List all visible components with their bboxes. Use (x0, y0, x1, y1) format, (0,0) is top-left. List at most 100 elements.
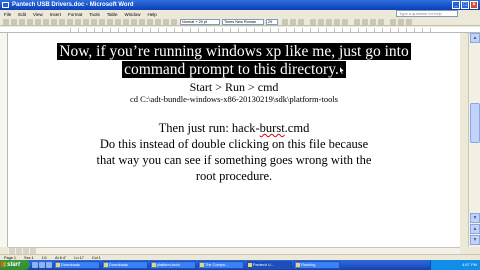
task-downloads-1[interactable]: Downloads (54, 261, 100, 269)
justify-icon[interactable] (334, 19, 340, 25)
windows-logo-icon (1, 262, 6, 267)
format-painter-icon[interactable] (123, 19, 129, 25)
new-icon[interactable] (3, 19, 9, 25)
formatting-toolbar: Normal + 29 pt Times New Roman 29 (0, 18, 480, 26)
highlight-icon[interactable] (398, 19, 404, 25)
menu-table[interactable]: Table (107, 12, 118, 17)
doc-line-1: Now, if you’re running windows xp like m… (8, 43, 460, 61)
styles-icon[interactable] (115, 19, 121, 25)
print-icon[interactable] (27, 19, 33, 25)
document-page[interactable]: Now, if you’re running windows xp like m… (8, 33, 460, 247)
table-icon[interactable] (131, 19, 137, 25)
help-icon[interactable] (99, 19, 105, 25)
menu-window[interactable]: Window (125, 12, 141, 17)
task-platform-tools[interactable]: platform-tools (150, 261, 196, 269)
task-downloads-2[interactable]: Downloads (102, 261, 148, 269)
doc-line-7: that way you can see if something goes w… (96, 153, 372, 167)
system-tray: 4:57 PM (430, 260, 480, 270)
quick-launch-ie-icon[interactable] (32, 262, 38, 268)
doc-line-4: cd C:\adt-bundle-windows-x86-20130219\sd… (130, 94, 338, 104)
columns-icon[interactable] (139, 19, 145, 25)
show-hide-icon[interactable] (163, 19, 169, 25)
spelling-error-word: burst (259, 121, 285, 135)
quick-launch (32, 262, 52, 268)
folder-icon (152, 263, 156, 267)
menu-view[interactable]: View (33, 12, 43, 17)
save-icon[interactable] (19, 19, 25, 25)
menu-help[interactable]: Help (148, 12, 157, 17)
selected-text-1[interactable]: Now, if you’re running windows xp like m… (57, 43, 411, 60)
browser-icon (200, 263, 204, 267)
window-controls: _ □ × (452, 1, 478, 9)
align-right-icon[interactable] (326, 19, 332, 25)
copy-icon[interactable] (59, 19, 65, 25)
doc-line-2: command prompt to this directory. (8, 61, 460, 79)
numbering-icon[interactable] (354, 19, 360, 25)
redo-icon[interactable] (83, 19, 89, 25)
menu-format[interactable]: Format (68, 12, 82, 17)
underline-icon[interactable] (298, 19, 304, 25)
previous-page-icon[interactable]: ▲ (470, 224, 480, 234)
menu-tools[interactable]: Tools (89, 12, 100, 17)
border-icon[interactable] (390, 19, 396, 25)
folder-icon (104, 263, 108, 267)
word-icon (248, 263, 252, 267)
font-select[interactable]: Times New Roman (222, 19, 264, 25)
doc-line-5: Then just run: hack-burst.cmd (158, 121, 310, 135)
font-size-select[interactable]: 29 (266, 19, 278, 25)
mouse-cursor-icon (339, 66, 344, 74)
document-icon (296, 263, 300, 267)
task-flashing[interactable]: Flashing (294, 261, 340, 269)
increase-indent-icon[interactable] (378, 19, 384, 25)
spelling-icon[interactable] (43, 19, 49, 25)
align-center-icon[interactable] (318, 19, 324, 25)
italic-icon[interactable] (290, 19, 296, 25)
doc-line-3: Start > Run > cmd (189, 80, 279, 94)
vertical-scrollbar[interactable]: ▲ ▼ ▲ ▼ (468, 33, 480, 247)
scroll-thumb[interactable] (470, 103, 480, 143)
task-the-compa[interactable]: The Compa... (198, 261, 244, 269)
font-color-icon[interactable] (406, 19, 412, 25)
task-pantech-word[interactable]: Pantech U... (246, 261, 292, 269)
style-select[interactable]: Normal + 29 pt (180, 19, 220, 25)
doc-line-8: root procedure. (195, 169, 273, 183)
decrease-indent-icon[interactable] (370, 19, 376, 25)
maximize-button[interactable]: □ (461, 1, 469, 9)
help-search-input[interactable]: Type a question for help (396, 10, 458, 17)
taskbar: start Downloads Downloads platform-tools… (0, 260, 480, 270)
scroll-up-icon[interactable]: ▲ (470, 33, 480, 43)
drawing-icon[interactable] (147, 19, 153, 25)
preview-icon[interactable] (35, 19, 41, 25)
bold-icon[interactable] (282, 19, 288, 25)
vertical-ruler[interactable] (0, 33, 8, 247)
clock[interactable]: 4:57 PM (462, 262, 477, 267)
title-bar: Pantech USB Drivers.doc - Microsoft Word… (0, 0, 480, 10)
next-page-icon[interactable]: ▼ (470, 235, 480, 245)
scroll-down-icon[interactable]: ▼ (470, 213, 480, 223)
insert-hyperlink-icon[interactable] (171, 19, 177, 25)
read-icon[interactable] (107, 19, 113, 25)
line-spacing-icon[interactable] (342, 19, 348, 25)
selected-text-2[interactable]: command prompt to this directory. (122, 61, 346, 78)
window-title: Pantech USB Drivers.doc - Microsoft Word (12, 2, 134, 8)
word-window: Pantech USB Drivers.doc - Microsoft Word… (0, 0, 480, 270)
menu-insert[interactable]: Insert (50, 12, 61, 17)
quick-launch-media-icon[interactable] (46, 262, 52, 268)
horizontal-scrollbar[interactable] (8, 247, 460, 254)
paste-icon[interactable] (67, 19, 73, 25)
word-app-icon (2, 2, 9, 8)
menu-edit[interactable]: Edit (18, 12, 26, 17)
cut-icon[interactable] (51, 19, 57, 25)
start-button[interactable]: start (0, 260, 30, 270)
zoom-icon[interactable] (91, 19, 97, 25)
close-button[interactable]: × (470, 1, 478, 9)
open-icon[interactable] (11, 19, 17, 25)
undo-icon[interactable] (75, 19, 81, 25)
quick-launch-desktop-icon[interactable] (39, 262, 45, 268)
bullets-icon[interactable] (362, 19, 368, 25)
document-map-icon[interactable] (155, 19, 161, 25)
align-left-icon[interactable] (310, 19, 316, 25)
menu-file[interactable]: File (4, 12, 11, 17)
folder-icon (56, 263, 60, 267)
minimize-button[interactable]: _ (452, 1, 460, 9)
